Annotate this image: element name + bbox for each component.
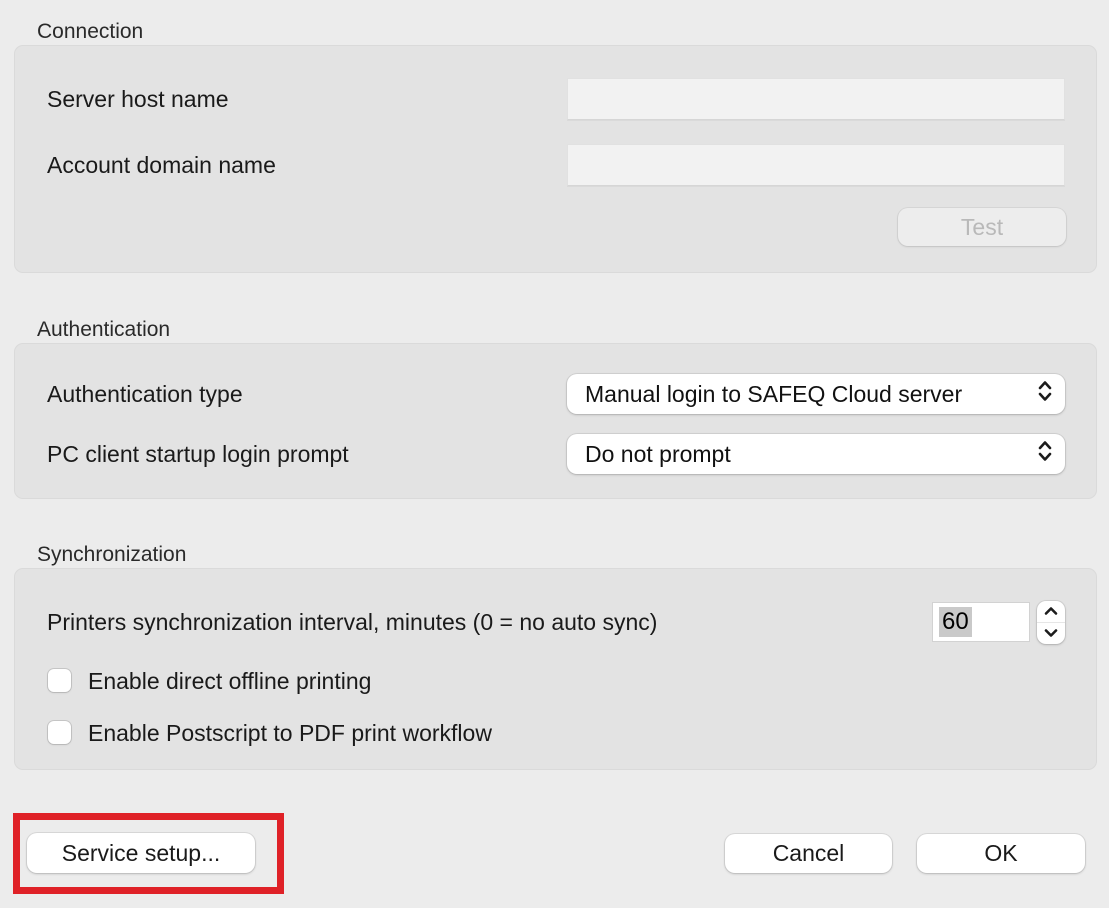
sync-interval-value: 60 <box>939 607 972 637</box>
startup-login-prompt-label: PC client startup login prompt <box>47 441 349 468</box>
test-button-label: Test <box>961 214 1003 241</box>
sync-interval-input[interactable]: 60 <box>932 602 1030 642</box>
service-setup-button-label: Service setup... <box>62 840 221 867</box>
enable-postscript-pdf-label: Enable Postscript to PDF print workflow <box>88 720 492 747</box>
authentication-type-selected-value: Manual login to SAFEQ Cloud server <box>585 381 962 408</box>
account-domain-name-label: Account domain name <box>47 152 276 179</box>
cancel-button-label: Cancel <box>773 840 845 867</box>
enable-offline-printing-checkbox[interactable] <box>48 669 71 692</box>
sync-interval-label: Printers synchronization interval, minut… <box>47 609 657 636</box>
test-button[interactable]: Test <box>898 208 1066 246</box>
chevron-up-down-icon <box>1037 378 1053 410</box>
stepper-increment-button[interactable] <box>1037 601 1065 622</box>
startup-login-prompt-select[interactable]: Do not prompt <box>567 434 1065 474</box>
sync-interval-stepper[interactable] <box>1037 601 1065 644</box>
connection-section-title: Connection <box>37 20 143 44</box>
authentication-type-select[interactable]: Manual login to SAFEQ Cloud server <box>567 374 1065 414</box>
authentication-type-label: Authentication type <box>47 381 243 408</box>
account-domain-name-input[interactable] <box>567 144 1065 186</box>
stepper-decrement-button[interactable] <box>1037 623 1065 644</box>
cancel-button[interactable]: Cancel <box>725 834 892 873</box>
ok-button[interactable]: OK <box>917 834 1085 873</box>
chevron-up-icon <box>1044 603 1058 621</box>
chevron-down-icon <box>1044 625 1058 643</box>
settings-dialog: Connection Server host name Account doma… <box>0 0 1109 908</box>
startup-login-prompt-selected-value: Do not prompt <box>585 441 731 468</box>
enable-postscript-pdf-checkbox[interactable] <box>48 721 71 744</box>
authentication-group <box>14 343 1097 499</box>
enable-offline-printing-label: Enable direct offline printing <box>88 668 371 695</box>
authentication-section-title: Authentication <box>37 318 170 342</box>
chevron-up-down-icon <box>1037 438 1053 470</box>
service-setup-button[interactable]: Service setup... <box>27 833 255 873</box>
server-host-name-label: Server host name <box>47 86 229 113</box>
synchronization-section-title: Synchronization <box>37 543 186 567</box>
ok-button-label: OK <box>984 840 1017 867</box>
server-host-name-input[interactable] <box>567 78 1065 120</box>
